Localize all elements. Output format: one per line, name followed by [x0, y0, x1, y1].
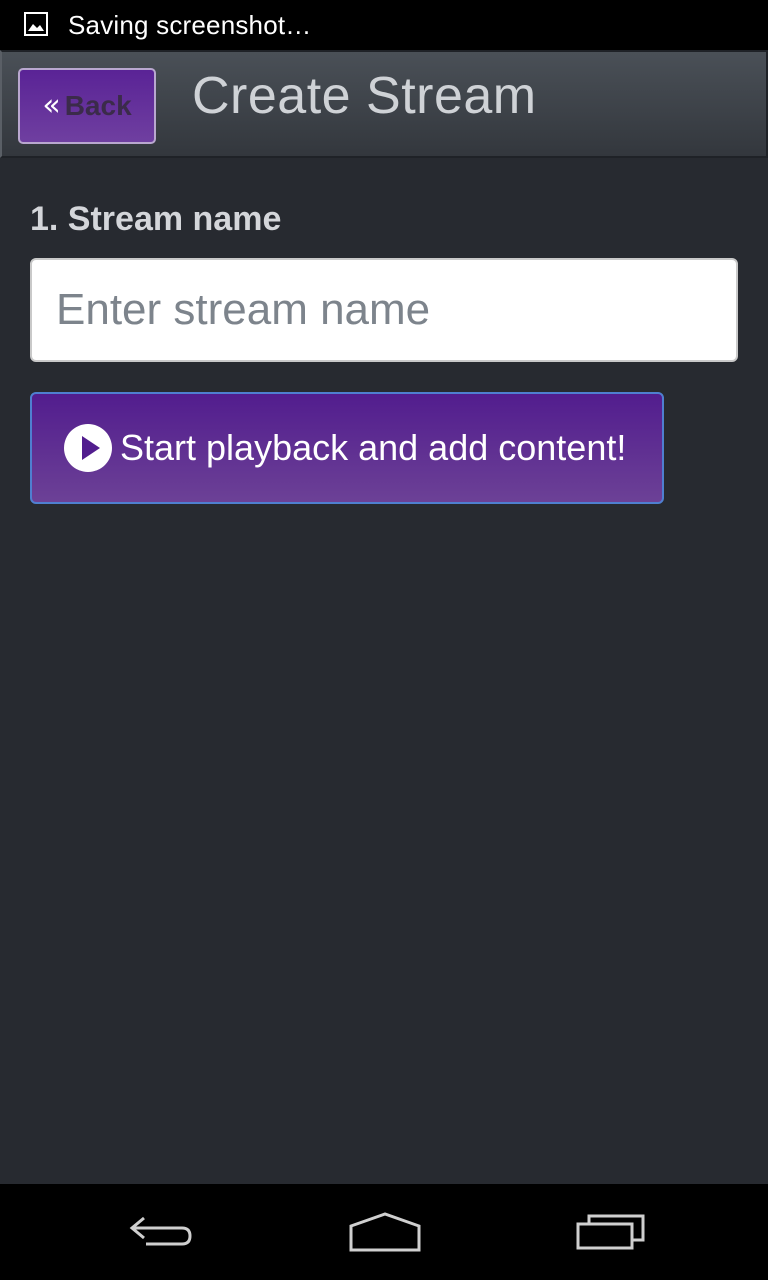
- stream-name-label: 1. Stream name: [30, 200, 282, 238]
- back-nav-icon[interactable]: [106, 1204, 216, 1260]
- back-button-label: Back: [64, 90, 132, 121]
- header-bar: « Back Create Stream: [0, 50, 768, 158]
- back-button[interactable]: « Back: [18, 68, 156, 144]
- double-chevron-left-icon: «: [42, 88, 61, 123]
- image-icon: [24, 12, 48, 36]
- page-title: Create Stream: [192, 67, 537, 125]
- stream-name-input[interactable]: [30, 258, 738, 362]
- status-notification-text: Saving screenshot…: [68, 10, 312, 40]
- start-playback-button[interactable]: Start playback and add content!: [30, 392, 664, 504]
- recents-nav-icon[interactable]: [556, 1204, 666, 1260]
- start-playback-button-label: Start playback and add content!: [120, 427, 627, 468]
- play-circle-icon: [64, 424, 112, 472]
- navigation-bar: [0, 1184, 768, 1280]
- home-nav-icon[interactable]: [330, 1204, 440, 1260]
- status-bar: Saving screenshot…: [0, 0, 768, 50]
